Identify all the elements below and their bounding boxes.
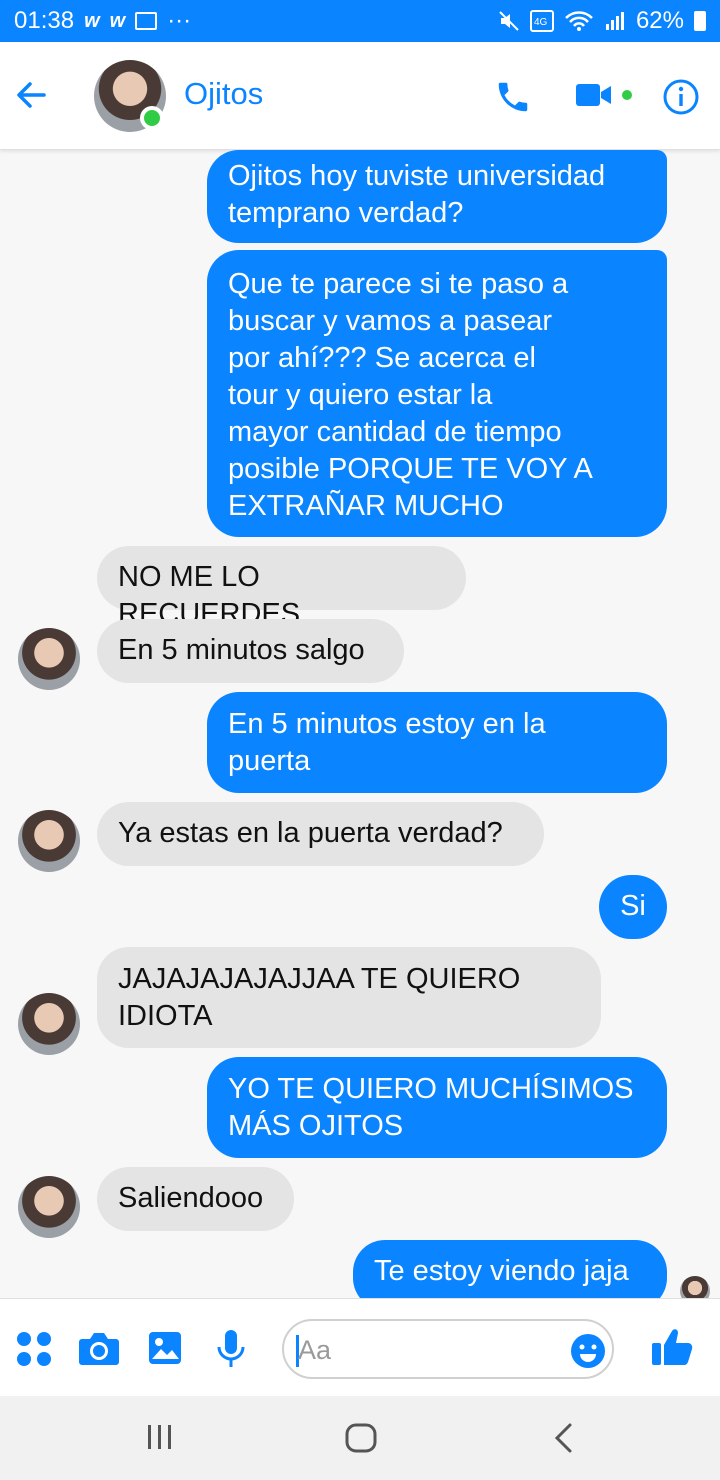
battery-percent: 62% (635, 7, 684, 34)
wifi-icon (565, 11, 593, 31)
android-nav-bar (0, 1396, 720, 1480)
sender-avatar[interactable] (18, 993, 80, 1055)
message-bubble-outgoing[interactable]: En 5 minutos estoy en la puerta (207, 692, 667, 793)
message-bubble-incoming[interactable]: En 5 minutos salgo (97, 619, 404, 683)
status-time: 01:38 (14, 7, 75, 34)
sender-avatar[interactable] (18, 628, 80, 690)
phone-icon[interactable] (494, 78, 532, 116)
video-camera-icon[interactable] (574, 78, 614, 112)
mute-icon (499, 11, 519, 31)
signal-icon (605, 12, 624, 30)
image-icon[interactable] (148, 1331, 182, 1365)
message-composer: Aa (0, 1298, 720, 1396)
online-status-dot (140, 106, 164, 130)
status-right: 4G 62% (498, 7, 706, 35)
home-icon[interactable] (344, 1422, 378, 1454)
recents-icon[interactable] (144, 1422, 176, 1452)
message-bubble-outgoing[interactable]: Si (599, 875, 667, 939)
message-input-placeholder: Aa (298, 1335, 332, 1365)
message-bubble-outgoing[interactable]: Te estoy viendo jaja (353, 1240, 667, 1298)
svg-text:4G: 4G (534, 17, 548, 28)
battery-icon (694, 11, 706, 31)
apps-grid-icon[interactable] (16, 1331, 52, 1367)
emoji-icon[interactable] (570, 1333, 606, 1369)
contact-name[interactable]: Ojitos (184, 76, 263, 112)
message-list[interactable]: Ojitos hoy tuviste universidad temprano … (0, 150, 720, 1298)
wattpad-notification-icon-2: w (109, 9, 126, 32)
message-bubble-incoming[interactable]: Ya estas en la puerta verdad? (97, 802, 544, 866)
sender-avatar[interactable] (18, 810, 80, 872)
seen-indicator-avatar (680, 1276, 710, 1298)
message-bubble-outgoing[interactable]: YO TE QUIERO MUCHÍSIMOS MÁS OJITOS (207, 1057, 667, 1158)
status-bar: 01:38 w w ··· 4G 62% (0, 0, 720, 42)
video-online-dot (622, 90, 632, 100)
message-bubble-incoming[interactable]: JAJAJAJAJAJJAA TE QUIERO IDIOTA (97, 947, 601, 1048)
gallery-notification-icon (135, 12, 158, 30)
microphone-icon[interactable] (216, 1329, 246, 1369)
message-bubble-incoming[interactable]: NO ME LO RECUERDES (97, 546, 466, 630)
sender-avatar[interactable] (18, 1176, 80, 1238)
wattpad-notification-icon: w (84, 9, 100, 32)
message-bubble-outgoing[interactable]: Que te parece si te paso a buscar y vamo… (207, 250, 667, 537)
message-bubble-outgoing[interactable]: Ojitos hoy tuviste universidad temprano … (207, 150, 667, 243)
thumbs-up-icon[interactable] (650, 1327, 694, 1367)
back-arrow-icon[interactable] (14, 78, 48, 112)
back-icon[interactable] (552, 1422, 576, 1454)
message-bubble-incoming[interactable]: Saliendooo (97, 1167, 294, 1231)
conversation-header: Ojitos (0, 42, 720, 150)
volte-icon: 4G (529, 10, 554, 32)
camera-icon[interactable] (78, 1331, 120, 1367)
status-left: 01:38 w w ··· (14, 7, 191, 35)
more-notifications-icon: ··· (167, 7, 192, 34)
info-icon[interactable] (662, 78, 700, 116)
message-input[interactable]: Aa (282, 1319, 614, 1379)
